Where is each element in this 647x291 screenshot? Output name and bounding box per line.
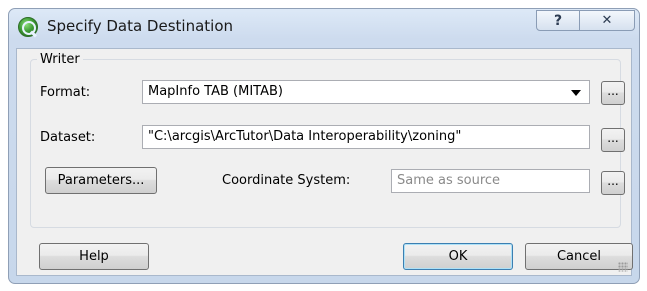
qgis-icon <box>18 17 38 37</box>
help-button[interactable]: Help <box>39 243 149 270</box>
close-button[interactable]: ✕ <box>579 10 635 31</box>
coordinate-system-input[interactable]: Same as source <box>391 169 590 193</box>
title-bar[interactable]: Specify Data Destination ? ✕ <box>9 9 639 43</box>
dialog-body: Writer Format: MapInfo TAB (MITAB) ... D… <box>16 48 633 276</box>
format-dropdown[interactable]: MapInfo TAB (MITAB) <box>142 80 590 104</box>
parameters-button[interactable]: Parameters... <box>45 167 157 194</box>
writer-group: Writer Format: MapInfo TAB (MITAB) ... D… <box>30 52 625 228</box>
coordinate-system-browse-button[interactable]: ... <box>601 171 625 195</box>
format-label: Format: <box>40 85 91 100</box>
ok-button[interactable]: OK <box>403 243 513 270</box>
format-value: MapInfo TAB (MITAB) <box>148 84 283 99</box>
help-title-button[interactable]: ? <box>536 10 580 31</box>
cancel-button[interactable]: Cancel <box>525 243 633 270</box>
chevron-down-icon <box>571 90 581 96</box>
dataset-input[interactable]: "C:\arcgis\ArcTutor\Data Interoperabilit… <box>142 125 590 149</box>
writer-group-label: Writer <box>37 52 83 67</box>
window-title: Specify Data Destination <box>47 17 234 35</box>
dataset-label: Dataset: <box>40 130 96 145</box>
format-browse-button[interactable]: ... <box>601 81 625 105</box>
coordinate-system-label: Coordinate System: <box>222 173 351 188</box>
resize-grip-icon[interactable] <box>618 262 628 272</box>
dialog-window: Specify Data Destination ? ✕ Writer Form… <box>8 8 640 284</box>
dataset-browse-button[interactable]: ... <box>601 128 625 152</box>
